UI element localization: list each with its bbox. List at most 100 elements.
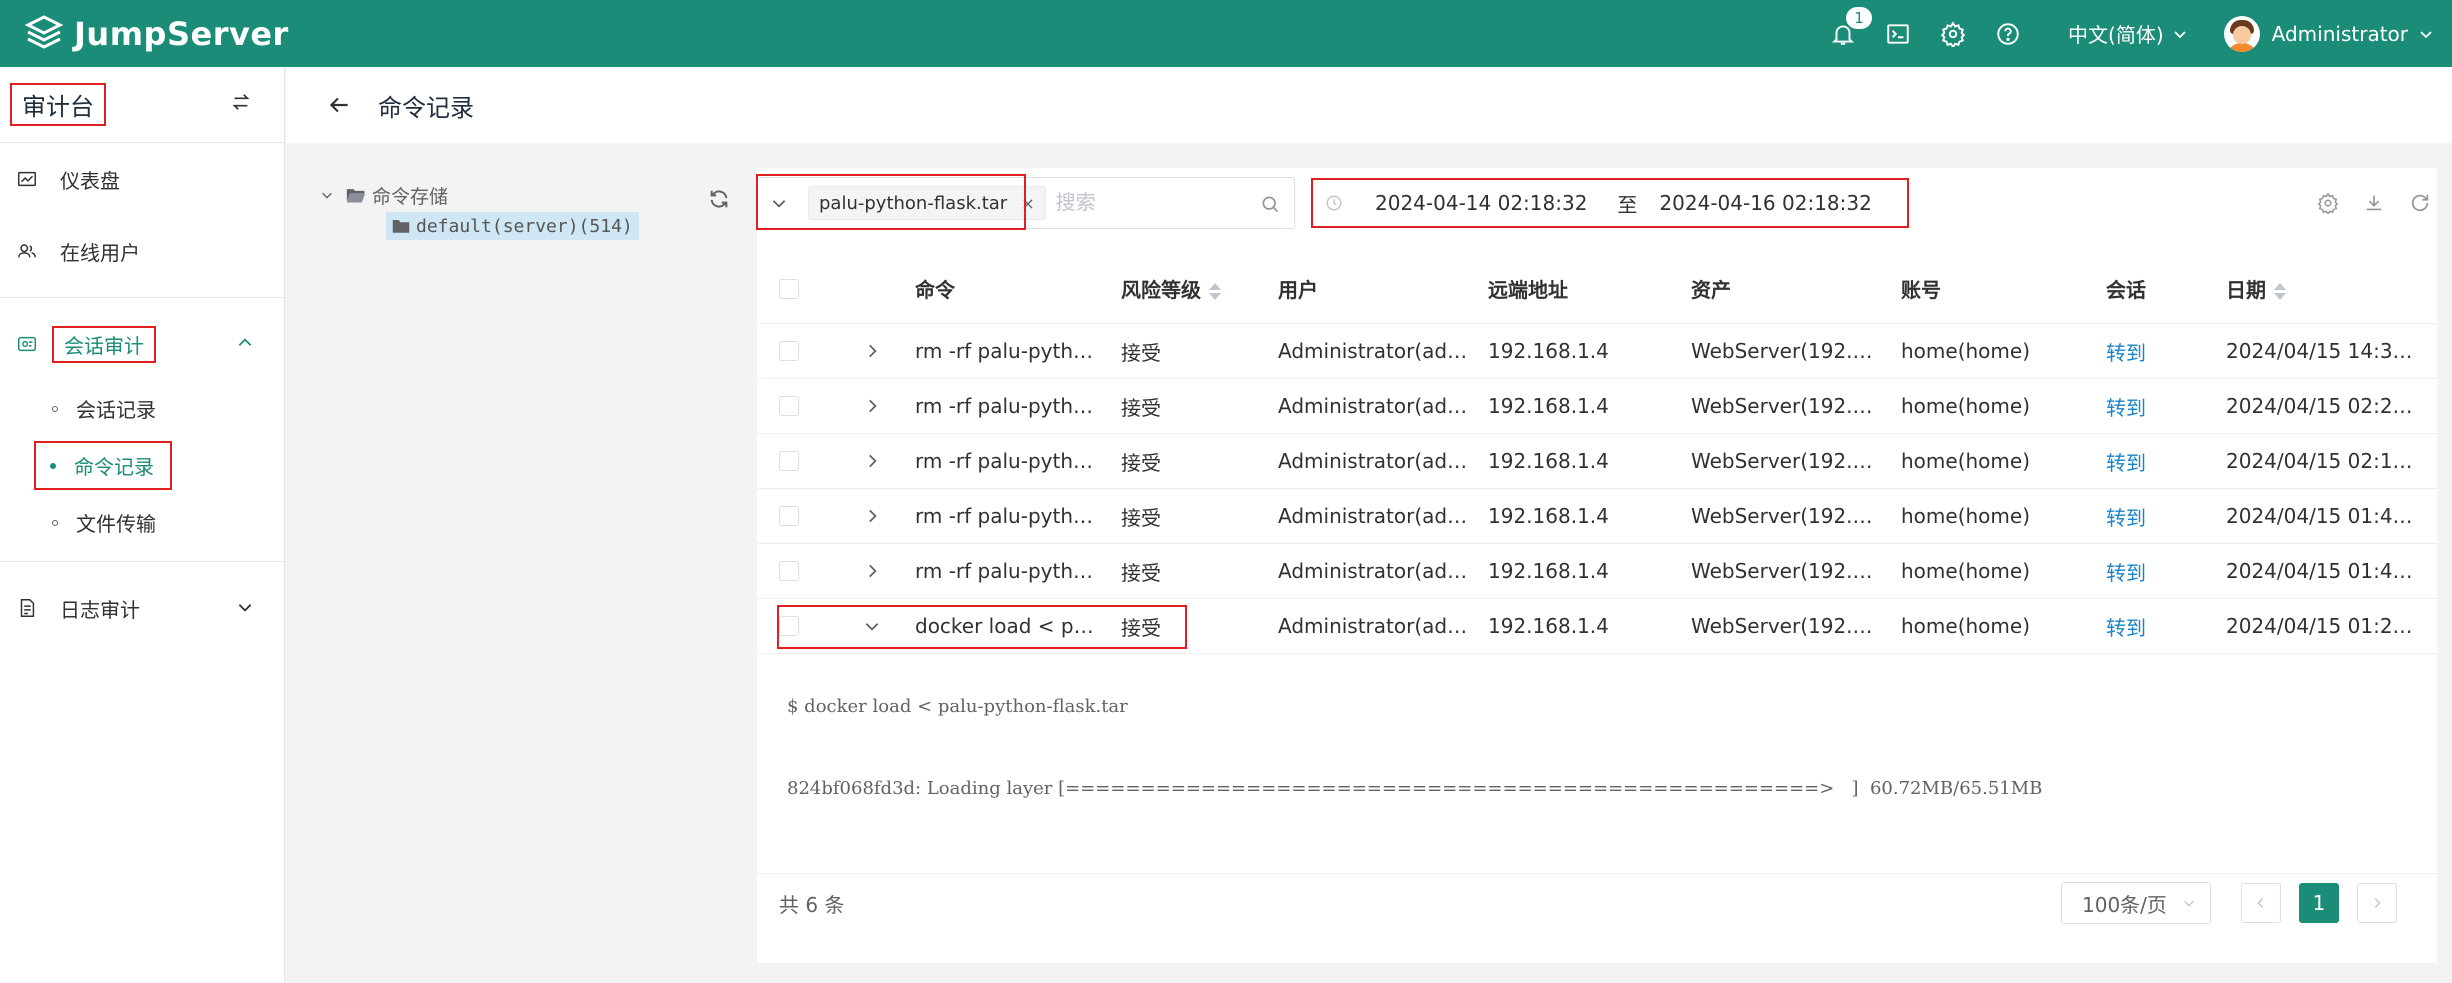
- sidebar-item-label: 日志审计: [60, 597, 140, 622]
- sidebar-subitem-command-records[interactable]: 命令记录: [0, 437, 284, 494]
- column-header-risk[interactable]: 风险等级: [1121, 274, 1278, 303]
- column-settings-icon[interactable]: [2317, 192, 2339, 214]
- storage-tree: 命令存储 default(server)(514): [320, 180, 730, 240]
- cell-account: home(home): [1901, 449, 2031, 473]
- cell-user: Administrator(admin): [1278, 559, 1488, 583]
- cell-date: 2024/04/15 02:21:48: [2226, 394, 2437, 418]
- column-header-asset: 资产: [1691, 278, 1731, 302]
- row-checkbox[interactable]: [779, 616, 799, 636]
- sidebar-item-online-users[interactable]: 在线用户: [0, 215, 284, 287]
- session-audit-icon: [16, 333, 38, 355]
- row-checkbox[interactable]: [779, 561, 799, 581]
- expand-chevron-right-icon[interactable]: [863, 342, 881, 360]
- folder-open-icon: [346, 189, 366, 203]
- row-checkbox[interactable]: [779, 341, 799, 361]
- cell-account: home(home): [1901, 394, 2031, 418]
- cell-date: 2024/04/15 01:24:44: [2226, 614, 2437, 638]
- cell-asset: WebServer(192.168.1.4): [1691, 614, 1901, 638]
- sidebar-subitem-session-records[interactable]: 会话记录: [0, 380, 284, 437]
- cell-user: Administrator(admin): [1278, 339, 1488, 363]
- settings-gear-icon[interactable]: [1938, 19, 1968, 49]
- refresh-icon[interactable]: [2409, 192, 2431, 214]
- help-icon[interactable]: [1993, 19, 2023, 49]
- user-menu[interactable]: Administrator: [2223, 15, 2434, 52]
- expand-chevron-down-icon[interactable]: [863, 617, 881, 635]
- cell-asset: WebServer(192.168.1.4): [1691, 504, 1901, 528]
- table-tools: [2293, 192, 2431, 214]
- column-header-session: 会话: [2106, 278, 2146, 302]
- cell-risk: 接受: [1121, 450, 1161, 475]
- cell-account: home(home): [1901, 339, 2031, 363]
- search-icon[interactable]: [1260, 194, 1280, 214]
- date-range-picker[interactable]: 2024-04-14 02:18:32 至 2024-04-16 02:18:3…: [1311, 178, 1909, 228]
- caret-down-icon[interactable]: [320, 188, 334, 202]
- chevron-down-icon[interactable]: [770, 194, 788, 212]
- divider: [0, 561, 284, 562]
- back-arrow-icon[interactable]: [326, 92, 352, 118]
- dashboard-icon: [16, 168, 38, 190]
- tree-child-node[interactable]: default(server)(514): [386, 212, 639, 240]
- expand-chevron-right-icon[interactable]: [863, 452, 881, 470]
- terminal-icon[interactable]: [1883, 19, 1913, 49]
- sidebar-item-label: 会话审计: [52, 325, 156, 363]
- date-start[interactable]: 2024-04-14 02:18:32: [1375, 191, 1587, 215]
- row-checkbox[interactable]: [779, 451, 799, 471]
- command-table: 命令 风险等级 用户 远端地址 资产 账号 会话 日期 rm -rf palu-…: [757, 254, 2437, 874]
- cell-risk: 接受: [1121, 505, 1161, 530]
- row-checkbox[interactable]: [779, 506, 799, 526]
- online-users-icon: [16, 240, 38, 262]
- select-all-checkbox[interactable]: [779, 278, 799, 299]
- cell-risk: 接受: [1121, 340, 1161, 365]
- next-page-button[interactable]: [2357, 883, 2397, 923]
- command-output-line: $ docker load < palu-python-flask.tar: [787, 696, 1128, 717]
- cell-date: 2024/04/15 01:47:59: [2226, 504, 2437, 528]
- cell-date: 2024/04/15 02:19:23: [2226, 449, 2437, 473]
- sidebar: 审计台 仪表盘 在线用户 会话审计 会话记录 命令记录 文件传输 日志审计: [0, 67, 285, 983]
- cell-command: rm -rf palu-python-flask.tar: [915, 559, 1121, 583]
- expand-chevron-right-icon[interactable]: [863, 397, 881, 415]
- sort-icon[interactable]: [2274, 283, 2286, 300]
- cell-date: 2024/04/15 01:45:51: [2226, 559, 2437, 583]
- goto-session-link[interactable]: 转到: [2106, 557, 2226, 586]
- cell-account: home(home): [1901, 504, 2031, 528]
- search-input[interactable]: [1055, 191, 1276, 215]
- cell-asset: WebServer(192.168.1.4): [1691, 339, 1901, 363]
- expand-chevron-right-icon[interactable]: [863, 507, 881, 525]
- pagination: 100条/页 1: [2061, 882, 2397, 924]
- sidebar-item-session-audit[interactable]: 会话审计: [0, 308, 284, 380]
- tree-root-node[interactable]: 命令存储: [320, 180, 730, 210]
- sidebar-item-dashboard[interactable]: 仪表盘: [0, 143, 284, 215]
- goto-session-link[interactable]: 转到: [2106, 502, 2226, 531]
- sidebar-item-label: 仪表盘: [60, 168, 120, 193]
- prev-page-button[interactable]: [2241, 883, 2281, 923]
- goto-session-link[interactable]: 转到: [2106, 337, 2226, 366]
- sort-icon[interactable]: [1209, 283, 1221, 300]
- logo[interactable]: JumpServer: [24, 14, 289, 54]
- expand-chevron-right-icon[interactable]: [863, 562, 881, 580]
- tree-child-label: default(server)(514): [416, 215, 633, 237]
- column-header-user: 用户: [1278, 278, 1318, 302]
- filter-bar: palu-python-flask.tar ×: [756, 174, 1295, 232]
- notification-bell-icon[interactable]: 1: [1828, 6, 1873, 49]
- cell-risk: 接受: [1121, 615, 1161, 640]
- page-size-select[interactable]: 100条/页: [2061, 882, 2211, 924]
- cell-command: rm -rf palu-python-flask.tar: [915, 449, 1121, 473]
- goto-session-link[interactable]: 转到: [2106, 392, 2226, 421]
- column-header-date[interactable]: 日期: [2226, 274, 2437, 303]
- sidebar-item-log-audit[interactable]: 日志审计: [0, 572, 284, 644]
- page-number-button[interactable]: 1: [2299, 883, 2339, 923]
- goto-session-link[interactable]: 转到: [2106, 612, 2226, 641]
- chevron-left-icon: [2257, 898, 2264, 908]
- language-selector[interactable]: 中文(简体): [2068, 19, 2188, 48]
- refresh-icon[interactable]: [708, 188, 730, 210]
- page-size-label: 100条/页: [2082, 892, 2167, 917]
- date-end[interactable]: 2024-04-16 02:18:32: [1659, 191, 1871, 215]
- goto-session-link[interactable]: 转到: [2106, 447, 2226, 476]
- switch-view-icon[interactable]: [230, 91, 252, 118]
- download-icon[interactable]: [2363, 192, 2385, 214]
- search-filter[interactable]: palu-python-flask.tar ×: [756, 174, 1295, 230]
- row-checkbox[interactable]: [779, 396, 799, 416]
- close-icon[interactable]: ×: [1021, 194, 1034, 213]
- total-count: 共 6 条: [779, 892, 845, 917]
- sidebar-subitem-file-transfer[interactable]: 文件传输: [0, 494, 284, 551]
